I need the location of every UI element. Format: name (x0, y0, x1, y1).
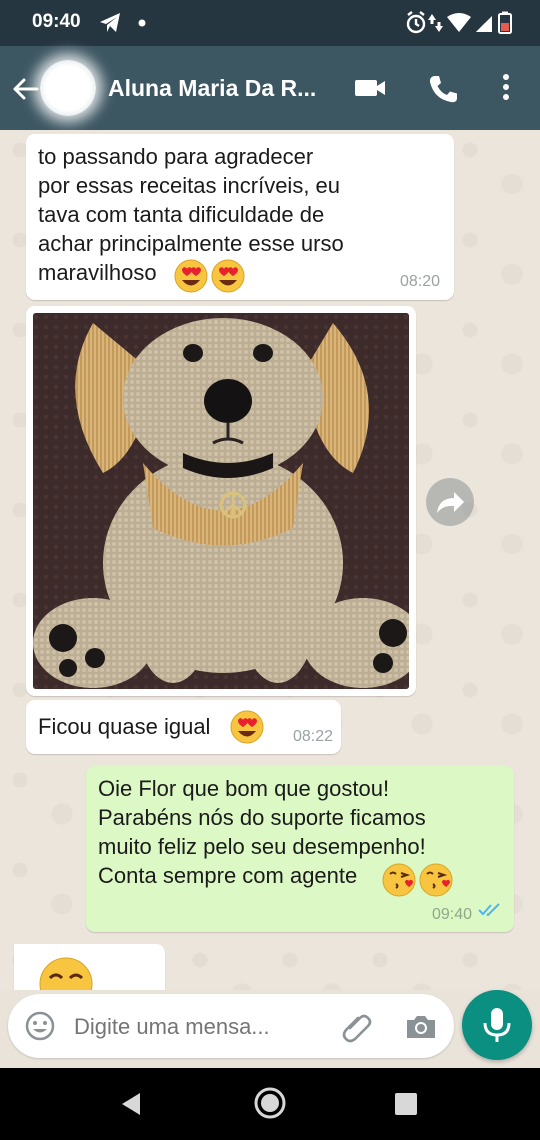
incoming-message[interactable]: Ficou quase igual 08:22 (26, 700, 341, 754)
message-emojis (230, 709, 266, 750)
voice-message-button[interactable] (462, 990, 532, 1060)
incoming-message[interactable] (14, 944, 165, 990)
message-image[interactable] (33, 313, 409, 689)
message-emojis (38, 956, 94, 990)
status-right-icons (406, 10, 514, 41)
smiley-icon (25, 1011, 55, 1041)
phone-icon (429, 76, 457, 103)
avatar[interactable] (40, 60, 96, 116)
paperclip-icon (342, 1014, 372, 1043)
more-vert-icon (503, 74, 509, 100)
heart-eyes-emoji (230, 710, 264, 744)
wifi-icon (447, 13, 471, 32)
message-time: 08:20 (399, 273, 440, 290)
video-call-button[interactable] (352, 74, 388, 107)
more-options-button[interactable] (498, 72, 514, 109)
heart-eyes-emoji (174, 259, 208, 293)
dot-icon (138, 19, 146, 27)
emoji-button[interactable] (24, 1010, 56, 1047)
camera-icon (407, 1016, 435, 1038)
incoming-image-message[interactable] (26, 306, 416, 696)
message-composer (8, 994, 454, 1058)
nav-recents-icon (395, 1093, 417, 1115)
heart-eyes-emoji (211, 259, 245, 293)
voice-call-button[interactable] (426, 72, 460, 111)
nav-back-button[interactable] (118, 1090, 146, 1123)
attach-button[interactable] (340, 1010, 374, 1049)
data-arrows-icon (428, 14, 443, 32)
status-left-icons (98, 10, 148, 41)
message-time: 08:22 (292, 728, 333, 745)
nav-home-button[interactable] (253, 1086, 287, 1125)
back-arrow-icon (13, 78, 39, 100)
nav-recents-button[interactable] (394, 1092, 418, 1121)
status-time: 09:40 (32, 11, 81, 32)
amigurumi-dog-photo (33, 313, 409, 689)
message-input[interactable] (72, 1012, 326, 1042)
alarm-icon (406, 11, 426, 34)
message-time: 09:40 (431, 906, 472, 923)
kissing-heart-emoji (382, 863, 416, 897)
nav-home-icon (254, 1087, 286, 1119)
system-nav-bar (0, 1068, 540, 1140)
video-call-icon (355, 80, 385, 96)
outgoing-message[interactable]: Oie Flor que bom que gostou! Parabéns nó… (86, 766, 514, 932)
back-button[interactable] (10, 74, 40, 104)
kissing-heart-emoji (419, 863, 453, 897)
read-receipt-icon (478, 902, 502, 923)
forward-button[interactable] (426, 478, 474, 526)
battery-icon (498, 11, 512, 34)
message-text: Ficou quase igual (38, 714, 211, 739)
camera-button[interactable] (404, 1010, 438, 1049)
smiling-emoji (39, 957, 93, 990)
message-emojis (174, 258, 250, 293)
telegram-icon (100, 13, 120, 32)
chat-area[interactable]: to passando para agradecer por essas rec… (0, 130, 540, 990)
status-bar: 09:40 (0, 0, 540, 46)
forward-icon (437, 492, 464, 513)
signal-icon (476, 16, 492, 32)
chat-header: Aluna Maria Da R... (0, 46, 540, 130)
incoming-message[interactable]: to passando para agradecer por essas rec… (26, 134, 454, 300)
message-emojis (382, 862, 458, 903)
contact-name[interactable]: Aluna Maria Da R... (108, 75, 316, 102)
mic-icon (483, 1008, 511, 1042)
nav-back-icon (122, 1093, 140, 1115)
